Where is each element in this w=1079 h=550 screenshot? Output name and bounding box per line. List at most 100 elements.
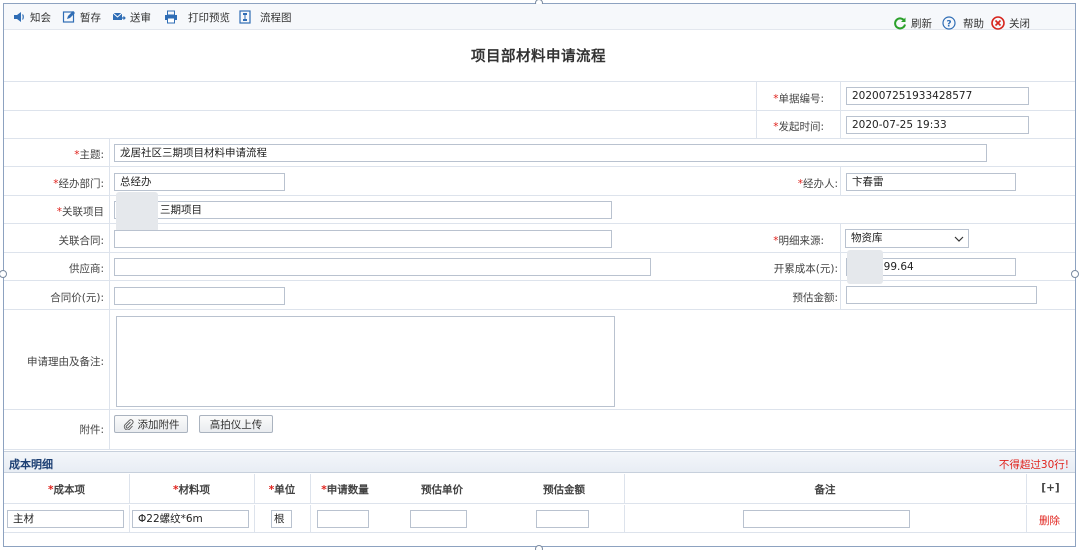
close-label: 关闭 <box>1009 17 1030 30</box>
divider <box>109 167 110 195</box>
col-remark: 备注 <box>814 484 836 496</box>
supplier-label: 供应商: <box>68 263 104 275</box>
project-field[interactable]: 三期项目 <box>114 201 612 219</box>
divider <box>109 224 110 252</box>
billed-cost-label: 开累成本(元): <box>773 263 838 275</box>
form-row-dept: *经办部门: 总经办 *经办人: 卞春雷 <box>4 167 1075 196</box>
divider <box>109 310 110 409</box>
amount-field[interactable] <box>536 510 589 528</box>
close-button[interactable]: 关闭 <box>991 15 1030 31</box>
redacted-blur <box>847 250 883 284</box>
detail-source-label: *明细来源: <box>773 235 824 247</box>
divider <box>756 82 757 110</box>
divider <box>840 253 841 280</box>
contract-price-label: 合同价(元): <box>50 292 104 304</box>
divider <box>840 224 841 252</box>
help-label: 帮助 <box>963 17 984 30</box>
refresh-icon <box>894 17 906 30</box>
start-time-label: *发起时间: <box>773 121 824 133</box>
chevron-down-icon <box>954 236 964 242</box>
col-cost-item: *成本项 <box>48 484 85 496</box>
help-button[interactable]: ? 帮助 <box>942 15 984 31</box>
divider <box>109 281 110 309</box>
divider <box>840 111 841 138</box>
speaker-icon <box>14 12 24 22</box>
form-row-supplier: 供应商: 开累成本(元): 199.64 <box>4 250 1075 284</box>
send-icon <box>112 12 126 20</box>
delete-row-link[interactable]: 删除 <box>1039 513 1060 528</box>
doc-no-label: *单据编号: <box>773 93 824 105</box>
handler-label: *经办人: <box>797 178 838 190</box>
form-row-reason: 申请理由及备注: <box>4 310 1075 410</box>
cost-detail-table-header: *成本项 *材料项 *单位 *申请数量 预估单价 预估金额 备注 [+] <box>4 474 1075 504</box>
col-qty: *申请数量 <box>321 484 369 496</box>
detail-source-select[interactable]: 物资库 <box>845 229 969 248</box>
divider <box>840 167 841 195</box>
help-icon: ? <box>942 16 956 30</box>
doc-no-field[interactable]: 202007251933428577 <box>846 87 1029 105</box>
divider <box>109 139 110 166</box>
unit-price-field[interactable] <box>410 510 467 528</box>
close-icon <box>991 16 1005 30</box>
reason-textarea[interactable] <box>116 316 615 407</box>
title-row: 项目部材料申请流程 <box>4 30 1075 82</box>
subject-field[interactable]: 龙居社区三期项目材料申请流程 <box>114 144 987 162</box>
form-row-doc-no: *单据编号: 202007251933428577 <box>4 82 1075 111</box>
cost-item-field[interactable]: 主材 <box>7 510 124 528</box>
flowchart-icon <box>239 10 251 24</box>
notify-button[interactable]: 知会 <box>12 9 51 25</box>
dept-field[interactable]: 总经办 <box>114 173 285 191</box>
print-preview-label: 打印预览 <box>188 11 230 24</box>
flowchart-label: 流程图 <box>260 11 292 24</box>
form-row-start-time: *发起时间: 2020-07-25 19:33 <box>4 111 1075 139</box>
table-row: 主材 Φ22螺纹*6m 根 删除 <box>4 505 1075 533</box>
supplier-field[interactable] <box>114 258 651 276</box>
print-preview-button[interactable]: 打印预览 <box>164 9 230 25</box>
submit-review-button[interactable]: 送审 <box>112 9 151 25</box>
reason-label: 申请理由及备注: <box>26 356 104 368</box>
unit-field[interactable]: 根 <box>271 510 292 528</box>
divider <box>624 505 625 532</box>
toolbar: 知会 暂存 送审 打印预览 流程图 刷新 ? 帮助 关闭 <box>4 4 1075 30</box>
contract-price-field[interactable] <box>114 287 285 305</box>
printer-icon <box>165 10 177 24</box>
col-material: *材料项 <box>173 484 210 496</box>
form-row-attachment: 附件: 添加附件 高拍仪上传 <box>4 410 1075 450</box>
start-time-field[interactable]: 2020-07-25 19:33 <box>846 116 1029 134</box>
handler-field[interactable]: 卞春雷 <box>846 173 1016 191</box>
save-draft-button[interactable]: 暂存 <box>62 9 101 25</box>
form-row-project: *关联项目 三期项目 <box>4 192 1075 232</box>
add-attachment-label: 添加附件 <box>137 418 180 431</box>
cost-detail-header: 成本明细 不得超过30行! <box>4 451 1075 473</box>
attachment-label: 附件: <box>79 424 104 436</box>
refresh-button[interactable]: 刷新 <box>893 15 932 31</box>
flowchart-button[interactable]: 流程图 <box>238 9 292 25</box>
contract-field[interactable] <box>114 230 612 248</box>
divider <box>840 281 841 309</box>
submit-review-label: 送审 <box>130 11 151 24</box>
col-unit-price: 预估单价 <box>421 484 463 496</box>
divider <box>129 505 130 532</box>
divider <box>840 82 841 110</box>
scanner-upload-button[interactable]: 高拍仪上传 <box>199 415 273 433</box>
paperclip-icon <box>123 418 133 430</box>
save-draft-label: 暂存 <box>80 11 101 24</box>
col-amount: 预估金额 <box>543 484 585 496</box>
col-unit: *单位 <box>268 484 296 496</box>
divider <box>756 111 757 138</box>
material-field[interactable]: Φ22螺纹*6m <box>132 510 249 528</box>
est-amount-field[interactable] <box>846 286 1037 304</box>
qty-field[interactable] <box>317 510 369 528</box>
divider <box>254 505 255 532</box>
divider <box>109 410 110 449</box>
cost-detail-title: 成本明细 <box>9 458 53 471</box>
form-row-contract-price: 合同价(元): 预估金额: <box>4 281 1075 310</box>
resize-handle-bottom[interactable] <box>535 545 543 550</box>
remark-field[interactable] <box>743 510 910 528</box>
form-row-subject: *主题: 龙居社区三期项目材料申请流程 <box>4 139 1075 167</box>
divider <box>109 196 110 223</box>
add-row-button[interactable]: [+] <box>1026 482 1075 494</box>
project-label: *关联项目 <box>56 206 104 218</box>
add-attachment-button[interactable]: 添加附件 <box>114 415 188 433</box>
divider <box>310 505 311 532</box>
